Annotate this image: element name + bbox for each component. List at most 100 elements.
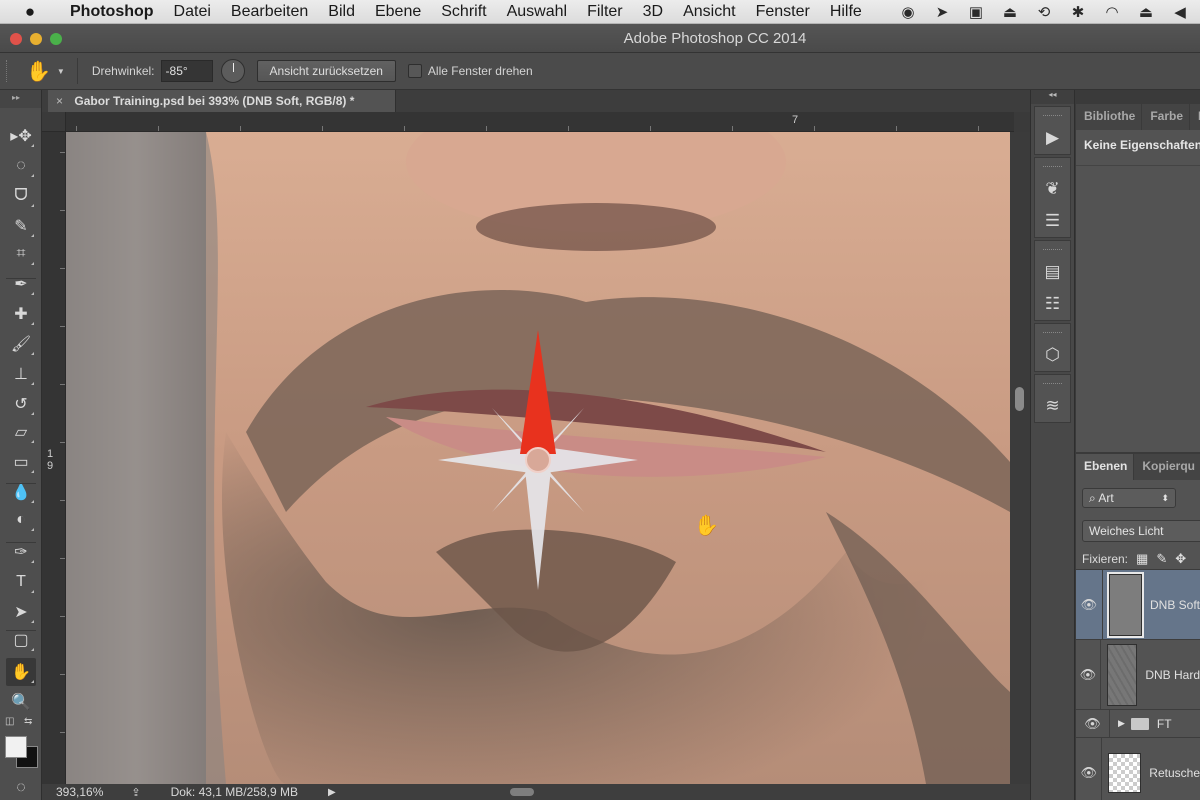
eye-icon[interactable]: 👁 — [1076, 710, 1110, 737]
panel-dock: ◂◂ ▶ ❦ ☰ ▤ ☷ ⬡ ≋ — [1030, 90, 1075, 800]
menu-auswahl[interactable]: Auswahl — [497, 3, 577, 21]
menu-hilfe[interactable]: Hilfe — [820, 3, 872, 21]
dock-group: ▶ — [1034, 106, 1071, 155]
blend-mode-select[interactable]: Weiches Licht — [1082, 520, 1200, 542]
quick-selection-tool[interactable]: ✎ — [6, 212, 36, 240]
status-menu-arrow-icon[interactable]: ▶ — [328, 787, 336, 798]
default-colors-icon[interactable]: ◫ — [5, 716, 14, 727]
menu-datei[interactable]: Datei — [164, 3, 221, 21]
chevron-down-icon: ▼ — [56, 66, 65, 76]
layer-row[interactable]: 👁 DNB Hard — [1076, 640, 1200, 710]
tab-kopierquelle[interactable]: Kopierqu — [1134, 454, 1200, 480]
tab-bibliotheken[interactable]: Bibliothe — [1076, 104, 1143, 130]
layer-filter-select[interactable]: ⌕ Art ⬍ — [1082, 488, 1176, 508]
photoshop-screen: ● Photoshop Datei Bearbeiten Bild Ebene … — [0, 0, 1200, 800]
dodge-tool[interactable]: ◐ — [6, 506, 36, 534]
ruler-tick — [60, 442, 65, 443]
volume-icon[interactable]: ◀ — [1170, 3, 1190, 21]
elliptical-marquee-tool[interactable]: ◌ — [6, 152, 36, 180]
rotation-angle-input[interactable]: -85° — [160, 60, 213, 82]
vertical-ruler[interactable]: 1 9 — [42, 132, 66, 784]
menu-fenster[interactable]: Fenster — [746, 3, 820, 21]
vertical-scrollbar[interactable] — [1010, 132, 1030, 784]
path-selection-tool[interactable]: ➤ — [6, 598, 36, 626]
rotation-dial[interactable] — [220, 59, 245, 83]
brush-settings-icon[interactable]: ☰ — [1035, 205, 1070, 237]
quick-mask-icon[interactable]: ◌ — [6, 774, 36, 800]
eye-icon[interactable]: 👁 — [1076, 640, 1101, 709]
healing-brush-tool[interactable]: ✚ — [6, 300, 36, 328]
menu-ebene[interactable]: Ebene — [365, 3, 431, 21]
foreground-color-swatch[interactable] — [5, 736, 27, 758]
tab-farbfelder[interactable]: Far — [1190, 104, 1200, 130]
time-machine-icon[interactable]: ⟲ — [1034, 3, 1054, 21]
move-tool[interactable]: ▸✥ — [6, 122, 36, 150]
expand-toolbar-icon[interactable]: ▸▸ — [0, 90, 41, 108]
menu-schrift[interactable]: Schrift — [431, 3, 496, 21]
ruler-tick — [978, 126, 979, 131]
gradient-tool[interactable]: ▭ — [6, 448, 36, 476]
horizontal-scrollbar-thumb[interactable] — [510, 788, 534, 796]
eraser-tool[interactable]: ▱ — [6, 418, 36, 446]
document-canvas[interactable]: ✋ — [66, 132, 1010, 784]
bluetooth-icon[interactable]: ✱ — [1068, 3, 1088, 21]
menu-filter[interactable]: Filter — [577, 3, 633, 21]
arrow-icon[interactable]: ➤ — [932, 3, 952, 21]
ruler-origin[interactable] — [42, 112, 66, 132]
rotate-view-tool[interactable]: ✋ — [6, 658, 36, 686]
ruler-tick — [732, 126, 733, 131]
tab-ebenen[interactable]: Ebenen — [1076, 454, 1135, 480]
tool-preset-picker[interactable]: ✋ ▼ — [26, 58, 78, 84]
properties-icon[interactable]: ▤ — [1035, 256, 1070, 288]
clone-stamp-tool[interactable]: ⊥ — [6, 360, 36, 388]
zoom-tool[interactable]: 🔍 — [6, 688, 36, 716]
lock-pixels-icon[interactable]: ✎ — [1156, 551, 1167, 567]
lock-position-icon[interactable]: ✥ — [1175, 551, 1186, 567]
history-brush-tool[interactable]: ↺ — [6, 390, 36, 418]
ruler-tick — [404, 126, 405, 131]
horizontal-ruler[interactable]: 7 — [66, 112, 1014, 132]
expand-group-icon[interactable]: ▶ — [1118, 718, 1125, 729]
lock-transparency-icon[interactable]: ▦ — [1136, 551, 1148, 567]
collapse-dock-icon[interactable]: ◂◂ — [1031, 90, 1074, 104]
apple-icon[interactable]: ● — [0, 2, 60, 22]
vertical-scrollbar-thumb[interactable] — [1015, 387, 1024, 411]
rotate-all-windows-checkbox[interactable] — [407, 64, 422, 78]
display-icon[interactable]: ▣ — [966, 3, 986, 21]
eye-icon[interactable]: 👁 — [1076, 738, 1103, 800]
eyedropper-tool[interactable]: ✒ — [6, 270, 36, 298]
layers-icon[interactable]: ≋ — [1035, 390, 1070, 422]
menu-bild[interactable]: Bild — [318, 3, 365, 21]
layer-row[interactable]: 👁 Retusche — [1076, 738, 1200, 800]
ruler-tick — [814, 126, 815, 131]
reset-view-button[interactable]: Ansicht zurücksetzen — [256, 60, 396, 82]
menu-photoshop[interactable]: Photoshop — [60, 3, 164, 21]
brush-tool[interactable]: 🖌 — [6, 330, 36, 358]
eject-icon[interactable]: ⏏ — [1136, 3, 1156, 21]
zoom-level[interactable]: 393,16% — [56, 785, 103, 799]
type-tool[interactable]: T — [6, 568, 36, 596]
lasso-tool[interactable]: ᗜ — [6, 182, 36, 210]
layer-row[interactable]: 👁 DNB Soft — [1076, 570, 1200, 640]
notes-icon[interactable]: ☷ — [1035, 288, 1070, 320]
record-icon[interactable]: ◉ — [898, 3, 918, 21]
lock-row: Fixieren: ▦ ✎ ✥ — [1076, 550, 1200, 570]
menu-ansicht[interactable]: Ansicht — [673, 3, 745, 21]
layer-name: DNB Soft — [1149, 597, 1200, 612]
tab-farbe[interactable]: Farbe — [1142, 104, 1191, 130]
document-tab[interactable]: × Gabor Training.psd bei 393% (DNB Soft,… — [48, 90, 396, 112]
options-bar-grip[interactable] — [6, 60, 12, 82]
play-icon[interactable]: ▶ — [1035, 122, 1070, 154]
eye-icon[interactable]: 👁 — [1076, 570, 1103, 639]
brushes-icon[interactable]: ❦ — [1035, 173, 1070, 205]
layer-group-row[interactable]: 👁 ▶ FT — [1076, 710, 1200, 738]
menu-bearbeiten[interactable]: Bearbeiten — [221, 3, 318, 21]
3d-icon[interactable]: ⬡ — [1035, 339, 1070, 371]
menu-3d[interactable]: 3D — [633, 3, 673, 21]
share-icon[interactable]: ⇪ — [131, 786, 140, 799]
wifi-icon[interactable]: ◠ — [1102, 3, 1122, 21]
close-document-icon[interactable]: × — [56, 94, 63, 108]
crop-tool[interactable]: ⌗ — [6, 240, 36, 268]
airplay-icon[interactable]: ⏏ — [1000, 3, 1020, 21]
swap-colors-icon[interactable]: ⇆ — [24, 716, 32, 727]
